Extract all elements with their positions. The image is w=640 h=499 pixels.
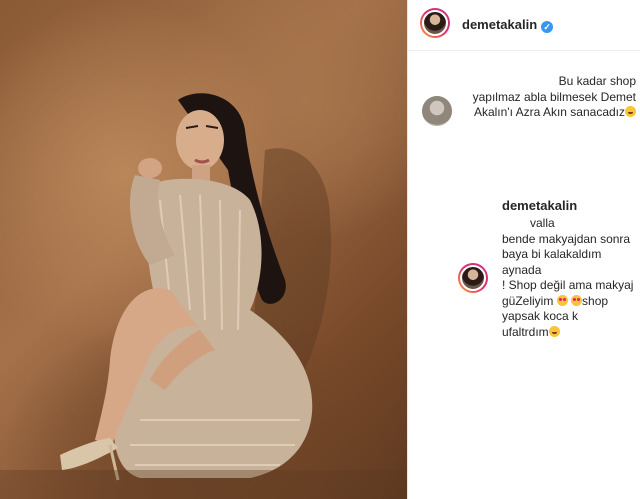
reply-line: güZeliyim shop <box>502 294 638 310</box>
heart-eyes-emoji-icon <box>556 294 568 306</box>
photo-illustration <box>0 93 407 499</box>
reply-line: bende makyajdan sonra <box>502 231 631 246</box>
reply-line: ! Shop değil ama makyaj <box>502 278 634 292</box>
avatar[interactable] <box>420 8 450 38</box>
heart-eyes-emoji-icon <box>571 294 583 306</box>
reply-username[interactable]: demetakalin <box>502 198 577 213</box>
comment-text: Bu kadar shop yapılmaz abla bilmesek Dem… <box>466 74 636 121</box>
reply-line-text: ufaltrdım <box>502 324 549 339</box>
comments-panel: demetakalin ✓ Bu kadar shop yapılmaz abla… <box>408 0 640 499</box>
smirk-emoji-icon <box>625 106 636 117</box>
comment-line-text: Akalın'ı Azra Akın sanacadız <box>473 105 625 119</box>
laughing-emoji-icon <box>548 325 560 337</box>
reply-line: ufaltrdım <box>502 325 638 341</box>
comment-line: Bu kadar shop <box>558 74 636 88</box>
verified-badge-icon: ✓ <box>541 21 554 33</box>
reply-line: valla <box>530 216 555 230</box>
comment-line: Akalın'ı Azra Akın sanacadız <box>466 105 636 121</box>
avatar[interactable] <box>458 263 488 293</box>
commenter-avatar[interactable] <box>422 96 452 126</box>
post-photo[interactable] <box>0 0 407 499</box>
post-username[interactable]: demetakalin ✓ <box>462 17 554 33</box>
reply-line-text: shop <box>582 293 609 308</box>
reply-line: yapsak koca k <box>502 309 579 323</box>
comment-line: yapılmaz abla bilmesek Demet <box>472 89 636 104</box>
reply-line: baya bi kalakaldım aynada <box>502 247 602 277</box>
post-username-text[interactable]: demetakalin <box>462 17 537 32</box>
reply-text: valla bende makyajdan sonra baya bi kala… <box>502 216 638 340</box>
reply-line-text: güZeliyim <box>502 293 554 308</box>
post-header: demetakalin ✓ <box>408 0 640 51</box>
